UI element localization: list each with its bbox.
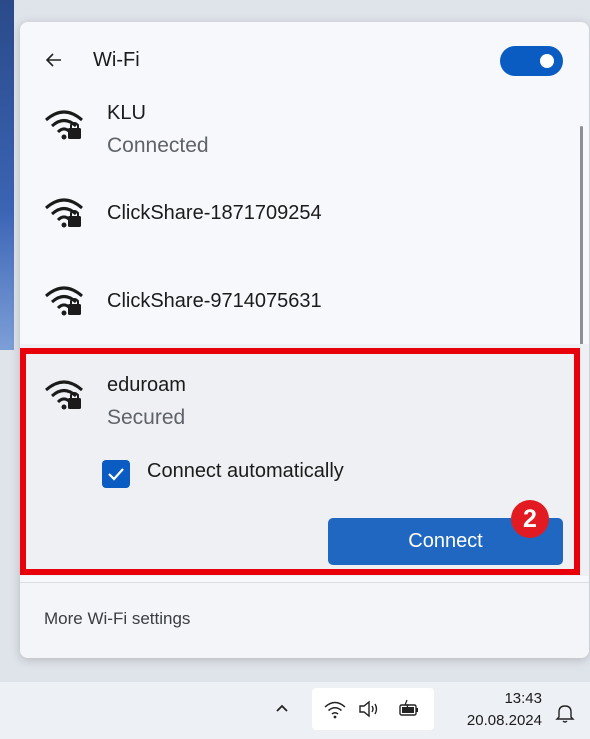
network-name: ClickShare-9714075631	[107, 290, 322, 312]
network-item-clickshare-1[interactable]: ClickShare-1871709254	[20, 180, 589, 260]
taskbar: 13:43 20.08.2024	[0, 682, 590, 739]
quick-settings-button[interactable]	[312, 688, 434, 730]
step-badge: 2	[511, 500, 549, 538]
wifi-secured-icon	[45, 380, 83, 410]
more-wifi-settings-link[interactable]: More Wi-Fi settings	[44, 609, 190, 629]
wifi-secured-icon	[45, 286, 83, 316]
wifi-secured-icon	[45, 198, 83, 228]
wifi-flyout: Wi-Fi KLU Connected ClickShare-187170925…	[20, 22, 589, 658]
bell-icon[interactable]	[554, 702, 576, 724]
desktop-background	[0, 0, 14, 350]
network-item-clickshare-2[interactable]: ClickShare-9714075631	[20, 268, 589, 344]
page-title: Wi-Fi	[93, 49, 140, 71]
network-name: ClickShare-1871709254	[107, 202, 322, 224]
network-item-klu[interactable]: KLU Connected	[20, 96, 589, 178]
wifi-icon	[324, 701, 346, 719]
battery-icon	[399, 699, 418, 716]
wifi-secured-icon	[45, 110, 83, 140]
network-item-eduroam[interactable]: eduroam Secured Connect automatically Co…	[20, 344, 589, 576]
network-name: eduroam	[107, 374, 186, 396]
network-name: KLU	[107, 102, 146, 124]
network-status: Connected	[107, 134, 209, 157]
toggle-knob	[540, 54, 554, 68]
flyout-header: Wi-Fi	[20, 22, 589, 96]
connect-automatically-label: Connect automatically	[147, 460, 344, 482]
wifi-toggle[interactable]	[500, 46, 563, 76]
network-status: Secured	[107, 406, 186, 429]
checkmark-icon	[108, 468, 124, 481]
clock-date[interactable]: 20.08.2024	[450, 712, 542, 729]
clock-time[interactable]: 13:43	[488, 690, 542, 707]
flyout-footer: More Wi-Fi settings	[20, 582, 589, 658]
chevron-up-icon	[276, 704, 288, 712]
show-hidden-icons-button[interactable]	[274, 700, 290, 721]
speaker-icon	[359, 700, 378, 718]
arrow-left-icon	[45, 53, 61, 67]
connect-automatically-checkbox[interactable]	[102, 460, 130, 488]
back-button[interactable]	[42, 50, 66, 74]
